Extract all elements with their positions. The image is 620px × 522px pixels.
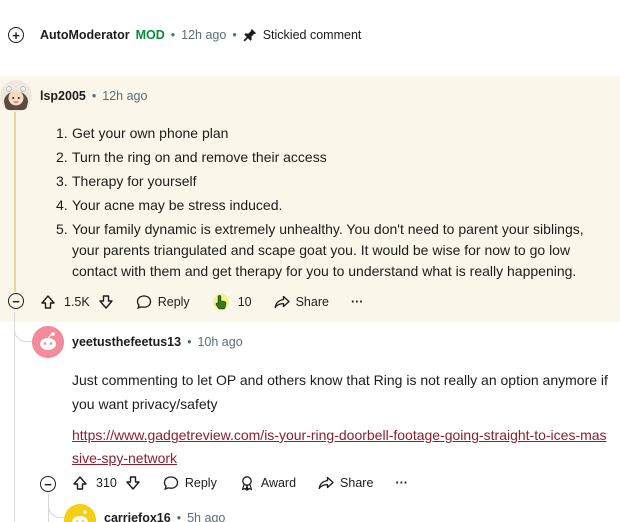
pin-icon [243,28,257,42]
reply-button[interactable]: Reply [163,475,217,491]
award-icon [239,475,255,491]
award-label: Award [260,476,297,490]
downvote-icon[interactable] [98,294,114,310]
comment2-body: Just commenting to let OP and others kno… [72,372,608,412]
downvote-icon[interactable] [125,475,141,491]
share-label: Share [295,295,329,309]
share-icon [274,294,290,310]
award-count: 10 [237,295,252,309]
collapse-thread-button[interactable]: − [8,293,24,309]
article-link[interactable]: https://www.gadgetreview.com/is-your-rin… [72,427,607,466]
more-options-button[interactable]: ··· [395,476,408,490]
comment1-username[interactable]: lsp2005 [40,89,86,103]
thread-line [14,112,16,292]
avatar[interactable] [32,326,64,358]
thread-connector [48,498,64,518]
automod-time: 12h ago [181,28,227,42]
share-button[interactable]: Share [318,475,373,491]
upvote-icon[interactable] [40,294,56,310]
thread-connector [14,320,32,342]
comment3-time: 5h ago [187,511,226,522]
more-options-button[interactable]: ··· [351,295,364,309]
vote-group: 310 [72,475,141,491]
vote-count: 310 [96,476,117,490]
list-item: 5. Your family dynamic is extremely unhea… [56,221,584,279]
comment1-time: 12h ago [102,89,148,103]
award-button[interactable]: 10 [212,292,252,312]
comment3-username[interactable]: carriefox16 [104,511,171,522]
separator-dot: • [91,89,97,103]
more-icon: ··· [350,295,364,309]
comment2-header: yeetusthefeetus13 • 10h ago [72,335,243,349]
comment2-link-wrap: https://www.gadgetreview.com/is-your-rin… [72,424,612,470]
separator-dot: • [170,28,176,42]
automod-header: AutoModerator MOD • 12h ago • Stickied c… [40,28,361,42]
avatar[interactable] [64,504,96,522]
automod-username[interactable]: AutoModerator [40,28,130,42]
separator-dot: • [176,511,182,522]
mod-badge: MOD [135,28,165,42]
share-icon [318,475,334,491]
avatar[interactable] [0,80,32,112]
reply-icon [136,294,152,310]
reply-button[interactable]: Reply [136,294,190,310]
award-button[interactable]: Award [239,475,296,491]
vote-count: 1.5K [64,295,90,309]
comment2-username[interactable]: yeetusthefeetus13 [72,335,181,349]
more-icon: ··· [395,476,408,490]
thread-line [14,312,15,522]
comment2-time: 10h ago [197,335,243,349]
reply-icon [163,475,179,491]
list-item: 3. Therapy for yourself [56,173,197,189]
comment2-actions: 310 Reply Award Share ··· [72,475,430,491]
share-label: Share [340,476,374,490]
pointer-hand-icon [212,292,232,312]
expand-thread-button[interactable]: + [8,27,24,43]
vote-group: 1.5K [40,294,114,310]
separator-dot: • [232,28,237,42]
reply-label: Reply [184,476,217,490]
list-item: 4. Your acne may be stress induced. [56,197,283,213]
comment3-header: carriefox16 • 5h ago [104,511,225,522]
list-item: 1. Get your own phone plan [56,125,229,141]
list-item: 2. Turn the ring on and remove their acce… [56,149,327,165]
comment1-actions: 1.5K Reply 10 Share ··· [40,292,385,312]
share-button[interactable]: Share [274,294,329,310]
upvote-icon[interactable] [72,475,88,491]
comment1-body: 1. Get your own phone plan 2. Turn the rin… [56,123,596,286]
stickied-label: Stickied comment [262,28,362,42]
comment1-header: lsp2005 • 12h ago [40,89,147,103]
reply-label: Reply [157,295,190,309]
collapse-thread-button[interactable]: − [40,476,56,492]
separator-dot: • [187,335,192,349]
